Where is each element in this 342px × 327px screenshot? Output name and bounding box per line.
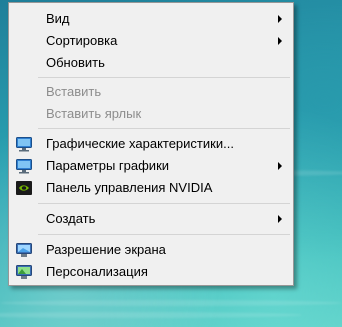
menu-item-graphics-properties[interactable]: Графические характеристики...: [9, 133, 293, 155]
submenu-arrow-icon: [278, 162, 282, 170]
menu-item-label: Персонализация: [46, 264, 148, 279]
menu-separator: [38, 203, 290, 204]
menu-item-refresh[interactable]: Обновить: [9, 52, 293, 74]
menu-item-label: Вставить ярлык: [46, 106, 142, 121]
menu-item-nvidia-control-panel[interactable]: Панель управления NVIDIA: [9, 177, 293, 199]
menu-item-screen-resolution[interactable]: Разрешение экрана: [9, 239, 293, 261]
menu-item-label: Создать: [46, 211, 96, 226]
submenu-arrow-icon: [278, 37, 282, 45]
menu-item-label: Вставить: [46, 84, 102, 99]
menu-item-label: Обновить: [46, 55, 105, 70]
menu-item-view[interactable]: Вид: [9, 8, 293, 30]
menu-item-label: Панель управления NVIDIA: [46, 180, 213, 195]
menu-item-label: Разрешение экрана: [46, 242, 166, 257]
menu-item-paste-shortcut: Вставить ярлык: [9, 103, 293, 125]
intel-graphics-icon: [16, 136, 32, 152]
desktop-context-menu: Вид Сортировка Обновить Вставить Вставит…: [8, 2, 294, 286]
submenu-arrow-icon: [278, 215, 282, 223]
menu-item-paste: Вставить: [9, 81, 293, 103]
menu-item-new[interactable]: Создать: [9, 208, 293, 230]
display-resolution-icon: [16, 242, 32, 258]
menu-separator: [38, 128, 290, 129]
menu-item-label: Вид: [46, 11, 70, 26]
nvidia-icon: [16, 180, 32, 196]
menu-item-graphics-options[interactable]: Параметры графики: [9, 155, 293, 177]
menu-item-sort[interactable]: Сортировка: [9, 30, 293, 52]
personalization-icon: [16, 264, 32, 280]
menu-item-personalize[interactable]: Персонализация: [9, 261, 293, 283]
menu-item-label: Сортировка: [46, 33, 118, 48]
menu-separator: [38, 234, 290, 235]
menu-item-label: Параметры графики: [46, 158, 170, 173]
menu-item-label: Графические характеристики...: [46, 136, 234, 151]
submenu-arrow-icon: [278, 15, 282, 23]
intel-graphics-options-icon: [16, 158, 32, 174]
menu-separator: [38, 77, 290, 78]
